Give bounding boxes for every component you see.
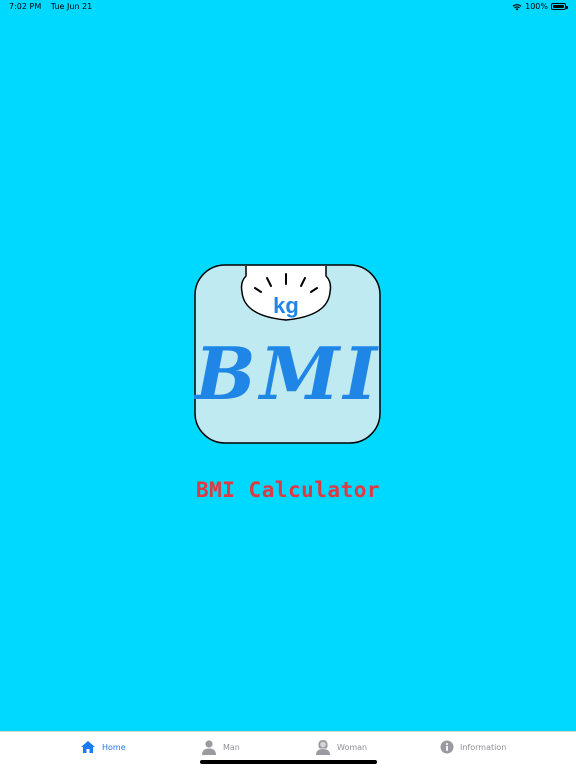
tab-man-label: Man	[223, 742, 240, 752]
info-icon	[440, 740, 454, 754]
tab-information[interactable]: Information	[440, 737, 506, 757]
battery-icon	[551, 3, 568, 10]
status-left: 7:02 PM Tue Jun 21	[9, 2, 99, 11]
battery-percent: 100%	[525, 2, 548, 11]
tab-woman[interactable]: Woman	[315, 737, 367, 757]
tab-man[interactable]: Man	[201, 737, 240, 757]
tab-information-label: Information	[460, 742, 507, 752]
screen: 7:02 PM Tue Jun 21 100% kg BMI BMI Calcu…	[0, 0, 576, 768]
status-right: 100%	[512, 2, 568, 11]
woman-icon	[315, 739, 331, 755]
tab-home-label: Home	[102, 742, 126, 752]
tab-home[interactable]: Home	[80, 737, 126, 757]
home-icon	[80, 740, 96, 754]
status-time: 7:02 PM	[9, 2, 42, 11]
app-title: BMI Calculator	[195, 478, 380, 502]
home-indicator	[200, 760, 377, 764]
tab-woman-label: Woman	[337, 742, 368, 752]
wifi-icon	[512, 3, 522, 11]
status-date: Tue Jun 21	[50, 2, 93, 11]
status-bar: 7:02 PM Tue Jun 21 100%	[0, 0, 576, 14]
logo-bmi-text: BMI	[194, 331, 381, 416]
man-icon	[201, 739, 217, 755]
bmi-logo: kg BMI	[194, 264, 382, 444]
logo-unit-label: kg	[273, 293, 299, 318]
